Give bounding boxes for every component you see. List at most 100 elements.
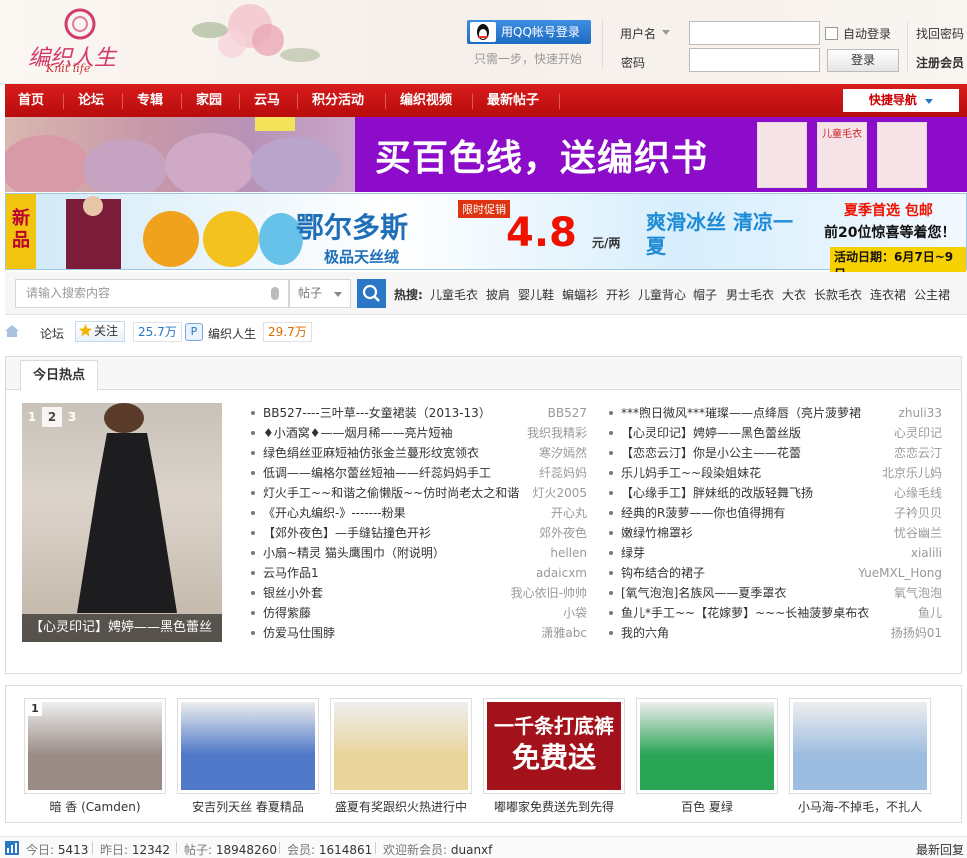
post-author-link[interactable]: xialili (911, 543, 942, 563)
post-title-link[interactable]: 小扇~精灵 猫头鹰围巾（附说明） (263, 543, 445, 563)
gallery-thumbnail[interactable] (636, 698, 778, 794)
hot-list-item[interactable]: 绿芽 xialili (609, 543, 942, 563)
hot-list-item[interactable]: BB527----三叶草---女童裙装（2013-13） BB527 (251, 403, 587, 423)
hot-list-item[interactable]: 低调——编格尔蕾丝短袖——纤蕊妈妈手工 纤蕊妈妈 (251, 463, 587, 483)
password-input[interactable] (689, 48, 820, 72)
hot-search-item[interactable]: 儿童背心 (638, 286, 686, 303)
post-author-link[interactable]: 纤蕊妈妈 (539, 463, 587, 483)
hot-list-item[interactable]: 仿爱马仕围脖 潇雅abc (251, 623, 587, 643)
gallery-thumbnail[interactable] (177, 698, 319, 794)
chevron-down-icon[interactable] (662, 30, 670, 35)
gallery-caption[interactable]: 嘟嘟家免费送先到先得 (483, 798, 625, 815)
hot-list-item[interactable]: 小扇~精灵 猫头鹰围巾（附说明） hellen (251, 543, 587, 563)
post-author-link[interactable]: 恋恋云汀 (894, 443, 942, 463)
post-author-link[interactable]: 潇雅abc (541, 623, 587, 643)
hot-search-item[interactable]: 婴儿鞋 (518, 286, 554, 303)
post-author-link[interactable]: 心缘毛线 (894, 483, 942, 503)
post-title-link[interactable]: 灯火手工~~和谐之偷懒版~~仿时尚老太之和谐 (263, 483, 519, 503)
slide-page-2[interactable]: 2 (42, 407, 62, 427)
tab-hot-today[interactable]: 今日热点 (20, 360, 98, 391)
breadcrumb-site[interactable]: 编织人生 (208, 325, 256, 342)
post-author-link[interactable]: hellen (550, 543, 587, 563)
hot-search-item[interactable]: 开衫 (606, 286, 630, 303)
nav-item-latest[interactable]: 最新帖子 (487, 84, 539, 117)
post-author-link[interactable]: 开心丸 (551, 503, 587, 523)
post-author-link[interactable]: adaicxm (536, 563, 587, 583)
gallery-caption[interactable]: 安吉列天丝 春夏精品 (177, 798, 319, 815)
hot-list-item[interactable]: 我的六角 扬扬妈01 (609, 623, 942, 643)
hot-search-item[interactable]: 男士毛衣 (726, 286, 774, 303)
post-title-link[interactable]: 【心灵印记】娉婷——黑色蕾丝版 (621, 423, 801, 443)
gallery-thumbnail[interactable]: 一千条打底裤 免费送 (483, 698, 625, 794)
hot-list-item[interactable]: 钩布结合的裙子 YueMXL_Hong (609, 563, 942, 583)
banner-yarn-books[interactable]: 买百色线，送编织书 儿童毛衣 (0, 117, 967, 199)
hot-list-item[interactable]: 鱼儿*手工~~【花嫁萝】~~~长袖菠萝桌布衣 鱼儿 (609, 603, 942, 623)
post-author-link[interactable]: 寒汐嫣然 (539, 443, 587, 463)
post-title-link[interactable]: ***煦日微风***璀璨——点绛唇（亮片菠萝裙 (621, 403, 861, 423)
hot-search-item[interactable]: 长款毛衣 (814, 286, 862, 303)
gallery-caption[interactable]: 盛夏有奖跟织火热进行中 (330, 798, 472, 815)
search-button[interactable] (357, 279, 386, 308)
hot-list-item[interactable]: 云马作品1 adaicxm (251, 563, 587, 583)
hot-search-item[interactable]: 大衣 (782, 286, 806, 303)
post-author-link[interactable]: 我心依旧-帅帅 (511, 583, 587, 603)
home-icon[interactable] (5, 325, 19, 337)
new-member-link[interactable]: duanxf (451, 843, 493, 857)
post-author-link[interactable]: YueMXL_Hong (858, 563, 942, 583)
follow-button[interactable]: 关注 (75, 321, 125, 342)
hot-list-item[interactable]: 绿色绢丝亚麻短袖仿张金兰蔓形纹宽领衣 寒汐嫣然 (251, 443, 587, 463)
post-title-link[interactable]: 【郊外夜色】—手缝钻撞色开衫 (263, 523, 431, 543)
nav-item-forum[interactable]: 论坛 (78, 84, 104, 117)
post-title-link[interactable]: 【恋恋云汀】你是小公主——花蕾 (621, 443, 801, 463)
hot-list-item[interactable]: 银丝小外套 我心依旧-帅帅 (251, 583, 587, 603)
post-author-link[interactable]: zhuli33 (899, 403, 942, 423)
microphone-icon[interactable] (271, 287, 279, 300)
post-title-link[interactable]: 嫩绿竹棉罩衫 (621, 523, 693, 543)
post-author-link[interactable]: 心灵印记 (894, 423, 942, 443)
hot-list-item[interactable]: 【恋恋云汀】你是小公主——花蕾 恋恋云汀 (609, 443, 942, 463)
find-password-link[interactable]: 找回密码 (916, 25, 964, 42)
post-author-link[interactable]: 鱼儿 (918, 603, 942, 623)
nav-item-home-space[interactable]: 家园 (196, 84, 222, 117)
post-author-link[interactable]: BB527 (548, 403, 587, 423)
post-author-link[interactable]: 扬扬妈01 (891, 623, 942, 643)
hot-search-item[interactable]: 披肩 (486, 286, 510, 303)
hot-search-item[interactable]: 连衣裙 (870, 286, 906, 303)
post-title-link[interactable]: 钩布结合的裙子 (621, 563, 705, 583)
post-title-link[interactable]: 乐儿妈手工~~段染姐妹花 (621, 463, 761, 483)
gallery-thumbnail[interactable]: 1 (24, 698, 166, 794)
post-title-link[interactable]: 仿爱马仕围脖 (263, 623, 335, 643)
post-title-link[interactable]: 《开心丸编织-》-------粉果 (263, 503, 406, 523)
nav-item-album[interactable]: 专辑 (137, 84, 163, 117)
hot-list-item[interactable]: 乐儿妈手工~~段染姐妹花 北京乐儿妈 (609, 463, 942, 483)
hot-list-item[interactable]: 《开心丸编织-》-------粉果 开心丸 (251, 503, 587, 523)
slide-caption[interactable]: 【心灵印记】娉婷——黑色蕾丝 (22, 614, 222, 642)
gallery-caption[interactable]: 小马海-不掉毛，不扎人 (789, 798, 931, 815)
post-title-link[interactable]: 【心缘手工】胖妹纸的改版轻舞飞扬 (621, 483, 813, 503)
hot-search-item[interactable]: 蝙蝠衫 (562, 286, 598, 303)
gallery-thumbnail[interactable] (789, 698, 931, 794)
hot-search-item[interactable]: 帽子 (693, 286, 717, 303)
nav-item-home[interactable]: 首页 (18, 84, 44, 117)
hot-list-item[interactable]: 经典的R菠萝——你也值得拥有 子衿贝贝 (609, 503, 942, 523)
post-title-link[interactable]: 绿芽 (621, 543, 645, 563)
hot-list-item[interactable]: 【心缘手工】胖妹纸的改版轻舞飞扬 心缘毛线 (609, 483, 942, 503)
gallery-caption[interactable]: 暗 香 (Camden) (24, 798, 166, 815)
hot-list-item[interactable]: 仿得紫藤 小袋 (251, 603, 587, 623)
post-author-link[interactable]: 北京乐儿妈 (882, 463, 942, 483)
post-author-link[interactable]: 小袋 (563, 603, 587, 623)
post-title-link[interactable]: 银丝小外套 (263, 583, 323, 603)
auto-login-checkbox[interactable] (825, 27, 838, 40)
featured-slideshow[interactable]: 123 【心灵印记】娉婷——黑色蕾丝 (22, 403, 222, 642)
post-title-link[interactable]: 低调——编格尔蕾丝短袖——纤蕊妈妈手工 (263, 463, 491, 483)
post-title-link[interactable]: 绿色绢丝亚麻短袖仿张金兰蔓形纹宽领衣 (263, 443, 479, 463)
nav-item-videos[interactable]: 编织视频 (400, 84, 452, 117)
hot-list-item[interactable]: ♦小酒窝♦——烟月稀——亮片短袖 我织我精彩 (251, 423, 587, 443)
post-title-link[interactable]: 仿得紫藤 (263, 603, 311, 623)
post-author-link[interactable]: 忧谷幽兰 (894, 523, 942, 543)
hot-list-item[interactable]: ***煦日微风***璀璨——点绛唇（亮片菠萝裙 zhuli33 (609, 403, 942, 423)
hot-search-item[interactable]: 公主裙 (914, 286, 950, 303)
post-author-link[interactable]: 氧气泡泡 (894, 583, 942, 603)
qq-login-button[interactable]: 用QQ帐号登录 (467, 20, 591, 44)
gallery-thumbnail[interactable] (330, 698, 472, 794)
